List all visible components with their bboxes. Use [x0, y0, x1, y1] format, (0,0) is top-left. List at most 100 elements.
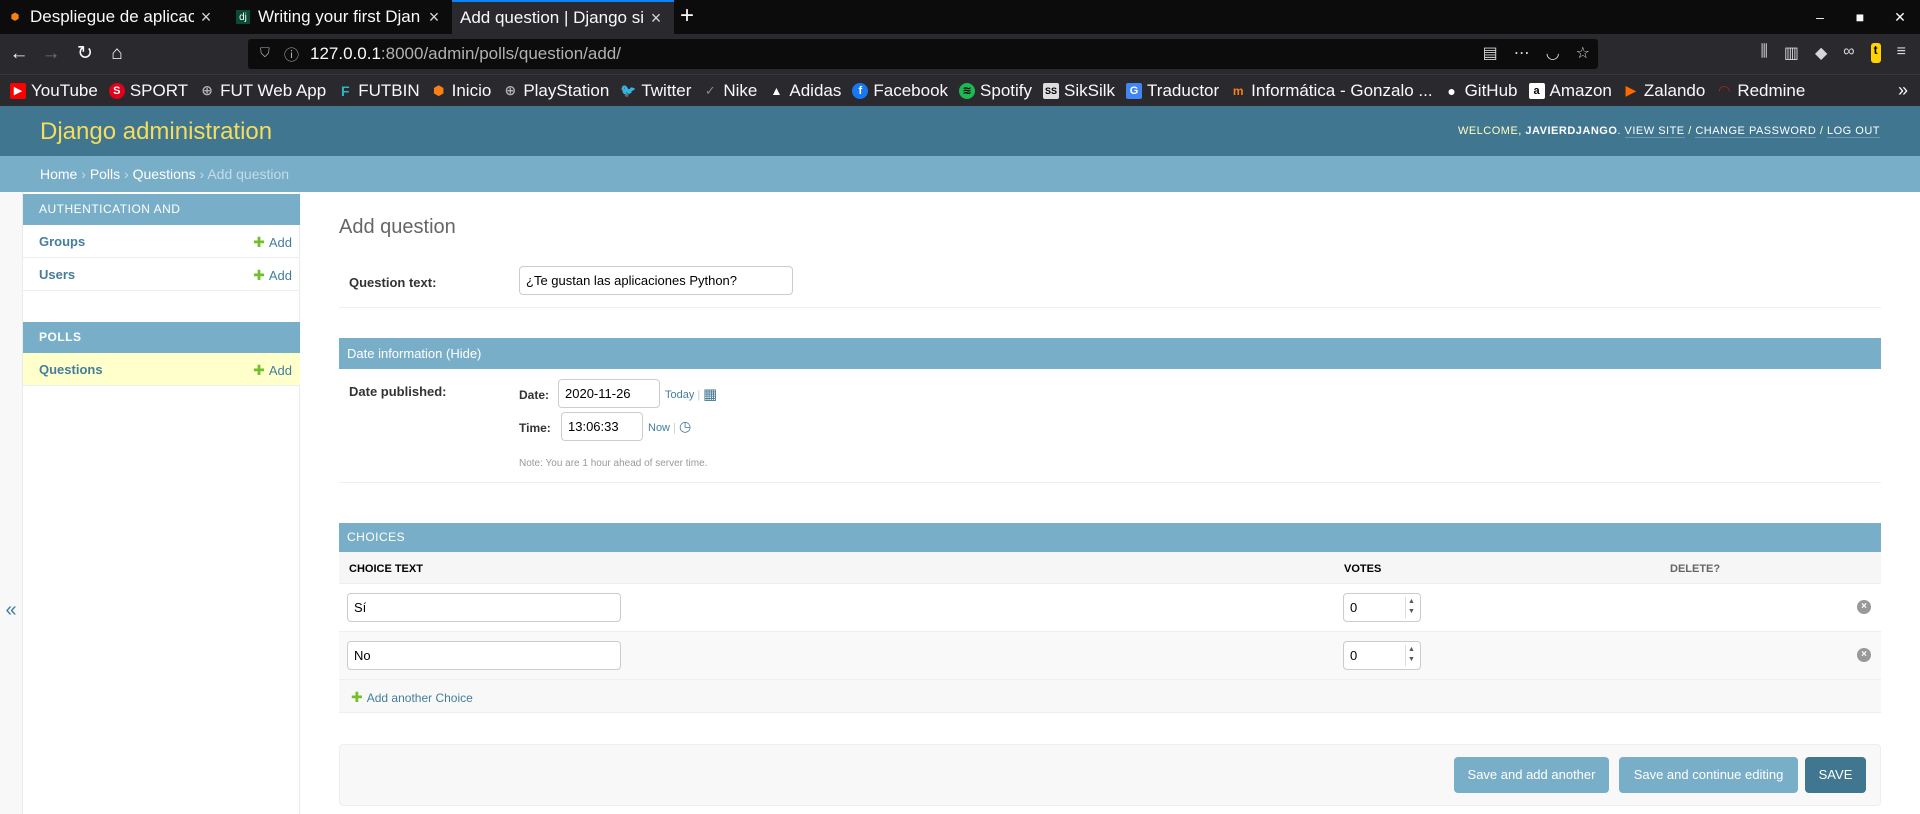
module-caption[interactable]: Authentication and Authorization	[23, 194, 300, 247]
polls-module: Polls Questions ✚ Add	[23, 322, 300, 386]
now-link[interactable]: Now |	[648, 422, 679, 434]
bookmark[interactable]: S SPORT	[108, 81, 188, 101]
close-icon[interactable]: ×	[194, 7, 218, 28]
bookmark[interactable]: f Facebook	[852, 81, 948, 101]
globe-icon: ⊕	[504, 82, 517, 98]
extension-icon[interactable]: t	[1870, 43, 1881, 63]
view-site-link[interactable]: View site	[1624, 125, 1685, 138]
zalando-icon: ▶	[1625, 82, 1637, 98]
add-link[interactable]: ✚ Add	[253, 362, 292, 379]
date-input[interactable]	[558, 379, 660, 408]
votes-input[interactable]: 0 ▲ ▼	[1343, 593, 1421, 622]
question-text-input[interactable]	[519, 266, 793, 295]
date-fieldset-header[interactable]: Date information (Hide)	[339, 338, 1881, 369]
add-link[interactable]: ✚ Add	[253, 267, 292, 284]
extension-icon[interactable]: ◆	[1815, 43, 1827, 63]
pocket-icon[interactable]: ◡	[1546, 43, 1560, 63]
close-window-icon[interactable]: ✕	[1892, 9, 1908, 26]
bookmark[interactable]: ⊕ FUT Web App	[199, 81, 326, 101]
save-and-continue-button[interactable]: Save and continue editing	[1619, 757, 1798, 793]
bookmark[interactable]: ▶ YouTube	[10, 81, 98, 101]
sidebar-item-users: Users ✚ Add	[23, 258, 300, 291]
info-icon[interactable]: ⓘ	[284, 44, 299, 65]
change-password-link[interactable]: Change password	[1695, 125, 1817, 138]
maximize-icon[interactable]: ■	[1852, 9, 1868, 25]
sidebar-icon[interactable]: ▥	[1784, 43, 1799, 63]
module-caption[interactable]: Polls	[23, 322, 300, 353]
home-icon[interactable]: ⌂	[104, 41, 130, 67]
breadcrumb-current: Add question	[207, 166, 290, 182]
add-link[interactable]: ✚ Add	[253, 234, 292, 251]
page-actions-icon[interactable]: ⋯	[1514, 43, 1530, 63]
bookmark[interactable]: ⊕ PlayStation	[502, 81, 609, 101]
add-another-choice-link[interactable]: ✚ Add another Choice	[351, 689, 473, 706]
bookmark[interactable]: ◠ Redmine	[1716, 81, 1805, 101]
bookmark[interactable]: ⬢ Inicio	[431, 81, 491, 101]
bookmark[interactable]: G Traductor	[1126, 81, 1219, 101]
plus-icon: ✚	[253, 267, 265, 283]
time-input[interactable]	[561, 412, 643, 441]
bookmark[interactable]: ≋ Spotify	[959, 81, 1032, 101]
bookmark[interactable]: ▲ Adidas	[768, 81, 841, 101]
amazon-icon: a	[1528, 82, 1545, 99]
breadcrumb-questions[interactable]: Questions	[133, 166, 196, 182]
bookmarks-overflow-icon[interactable]: »	[1898, 80, 1908, 101]
save-button[interactable]: SAVE	[1805, 757, 1866, 793]
sidebar-item-label[interactable]: Questions	[39, 362, 103, 377]
bookmark[interactable]: a Amazon	[1528, 81, 1612, 101]
minimize-icon[interactable]: –	[1812, 9, 1828, 25]
bookmark[interactable]: ● GitHub	[1444, 81, 1517, 101]
forward-icon[interactable]: →	[38, 41, 64, 67]
choice-text-input[interactable]	[347, 593, 621, 622]
bookmark[interactable]: m Informática - Gonzalo ...	[1230, 81, 1433, 101]
sidebar-item-label[interactable]: Groups	[39, 234, 85, 249]
translate-icon: G	[1126, 82, 1143, 99]
today-link[interactable]: Today |	[665, 389, 703, 401]
choices-column-headers: Choice text Votes Delete?	[339, 552, 1881, 584]
mask-icon[interactable]: ∞	[1843, 43, 1854, 63]
date-label: Date:	[519, 388, 550, 402]
browser-tab[interactable]: dj Writing your first Djan ×	[228, 0, 452, 34]
breadcrumb-home[interactable]: Home	[40, 166, 77, 182]
choice-text-input[interactable]	[347, 641, 621, 670]
back-icon[interactable]: ←	[6, 41, 32, 67]
delete-icon[interactable]: ×	[1857, 648, 1871, 662]
close-icon[interactable]: ×	[644, 8, 668, 29]
bookmark-star-icon[interactable]: ☆	[1576, 43, 1590, 63]
log-out-link[interactable]: Log out	[1826, 125, 1880, 138]
reload-icon[interactable]: ↻	[72, 41, 98, 67]
date-published-label: Date published:	[349, 384, 447, 399]
sidebar-item-label[interactable]: Users	[39, 267, 75, 282]
bookmark[interactable]: 🐦 Twitter	[620, 81, 691, 101]
save-and-add-another-button[interactable]: Save and add another	[1454, 757, 1609, 793]
votes-input[interactable]: 0 ▲ ▼	[1343, 641, 1421, 670]
library-icon[interactable]: ⫼	[1760, 43, 1767, 63]
site-branding[interactable]: Django administration	[40, 118, 272, 146]
breadcrumb-polls[interactable]: Polls	[90, 166, 120, 182]
bookmark[interactable]: SS SikSilk	[1043, 81, 1115, 101]
browser-tab[interactable]: ⬢ Despliegue de aplicac ×	[0, 0, 224, 34]
github-icon: ●	[1447, 82, 1456, 99]
redmine-icon: ◠	[1718, 82, 1730, 98]
clock-icon[interactable]: ◷	[679, 418, 691, 435]
close-icon[interactable]: ×	[422, 7, 446, 28]
reader-view-icon[interactable]: ▤	[1483, 43, 1498, 63]
delete-icon[interactable]: ×	[1857, 600, 1871, 614]
moodle-icon: ⬢	[10, 11, 20, 23]
spinner-icon[interactable]: ▲ ▼	[1405, 645, 1417, 666]
spinner-icon[interactable]: ▲ ▼	[1405, 597, 1417, 618]
bookmark[interactable]: ✓ Nike	[702, 81, 757, 101]
browser-tab-active[interactable]: Add question | Django si ×	[452, 0, 674, 34]
sidebar-toggle[interactable]: «	[0, 192, 23, 814]
bookmark[interactable]: ▶ Zalando	[1623, 81, 1705, 101]
calendar-icon[interactable]: ▦	[703, 385, 717, 403]
shield-icon[interactable]: ⛉	[260, 45, 270, 61]
nike-icon: ✓	[704, 82, 716, 98]
new-tab-icon[interactable]: +	[680, 0, 694, 34]
browser-nav-bar: ← → ↻ ⌂ ⛉ ⓘ 127.0.0.1:8000/admin/polls/q…	[0, 34, 1920, 74]
bookmark[interactable]: F FUTBIN	[337, 81, 420, 101]
url-text[interactable]: 127.0.0.1:8000/admin/polls/question/add/	[310, 44, 621, 64]
nav-sidebar: Authentication and Authorization Groups …	[0, 192, 300, 814]
url-bar[interactable]: ⛉ ⓘ 127.0.0.1:8000/admin/polls/question/…	[248, 39, 1598, 69]
menu-icon[interactable]: ≡	[1897, 43, 1906, 63]
